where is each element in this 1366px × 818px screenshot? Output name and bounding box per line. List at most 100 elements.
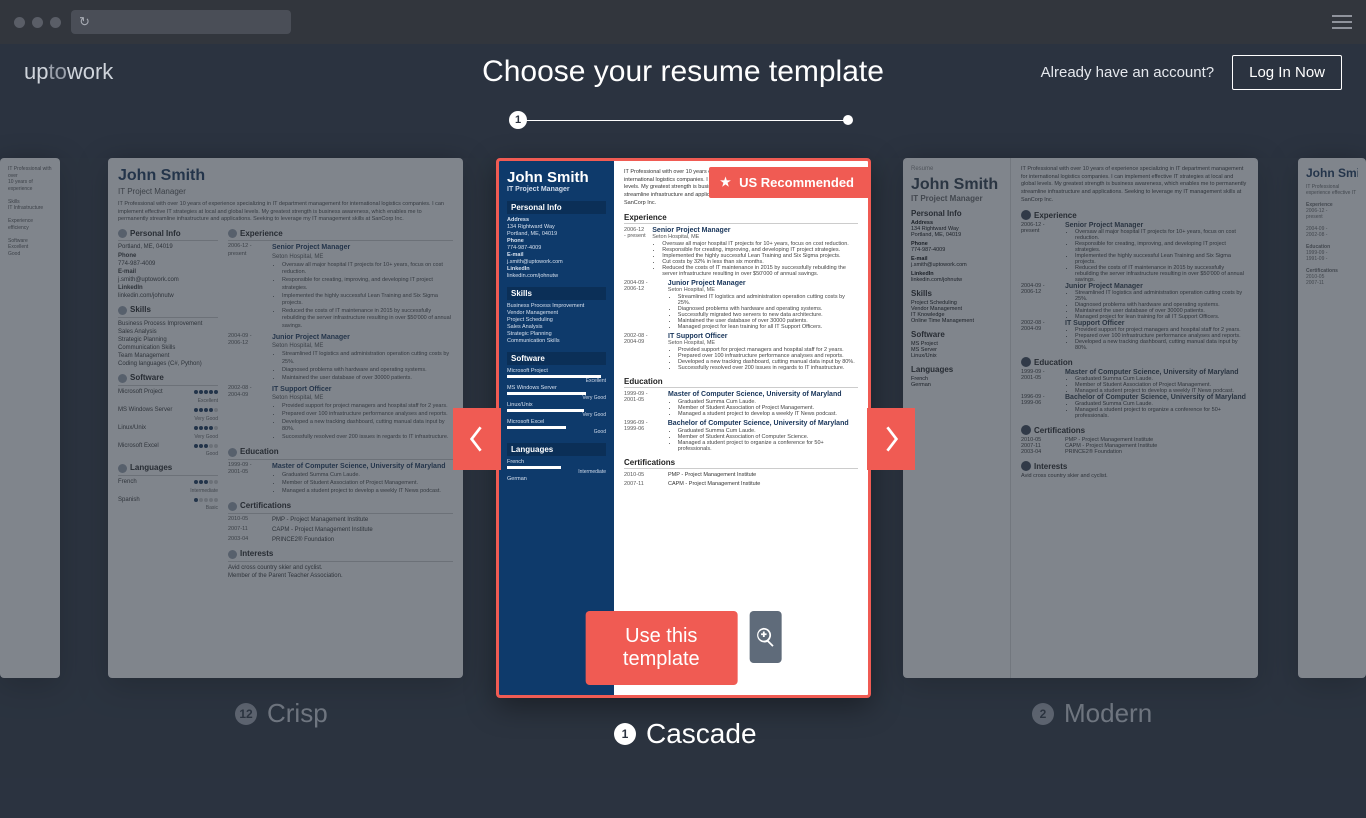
me1t: Bachelor of Computer Science, University… [1065,394,1248,401]
mod-role: IT Project Manager [911,194,1002,203]
use-template-button[interactable]: Use this template [585,611,737,685]
csw1: MS Windows Server [507,385,606,391]
mod-exp: Experience [1034,211,1077,220]
sw1r: Very Good [118,416,218,423]
progress-bar: 1 [0,100,1366,140]
template-card-crisp[interactable]: John Smith IT Project Manager IT Profess… [108,158,463,678]
j1c: Seton Hospital, ME [272,342,453,350]
cas-software: Software [507,352,606,365]
c2d: 2003-04 [228,536,266,544]
progress-step-1: 1 [509,111,527,129]
cas-cert: Certifications [624,458,858,469]
cj1t: Junior Project Manager [668,280,858,287]
template-card-peek-right[interactable]: John Smith IT Professionalexperience eff… [1298,158,1366,678]
peek-exp: Experience [1306,202,1333,208]
mem: j.smith@uptowork.com [911,262,967,268]
cc1t: CAPM - Project Management Institute [668,481,760,487]
cj0b4: Reduced the costs of IT maintenance in 2… [662,265,858,277]
e0t: Master of Computer Science, University o… [272,462,453,471]
cj1c: Seton Hospital, ME [668,287,858,293]
mj0b0: Oversaw all major hospital IT projects f… [1075,229,1248,241]
cas-role: IT Project Manager [507,186,606,193]
template-card-modern[interactable]: Resume John Smith IT Project Manager Per… [903,158,1258,678]
msw2: Linux/Unix [911,353,937,359]
carousel-prev-button[interactable] [453,408,501,470]
cj0c: Seton Hospital, ME [652,234,858,240]
logo-part-b: to [48,59,66,84]
msk3: Online Time Management [911,318,1002,324]
template-label-crisp: 12 Crisp [235,698,328,729]
j0b0: Oversaw all major hospital IT projects f… [282,262,453,277]
cj1b0: Streamlined IT logistics and administrat… [678,294,858,306]
j0t: Senior Project Manager [272,243,453,252]
clg0: French [507,459,606,465]
mph: 774-987-4009 [911,247,945,253]
cas-addr1: 134 Rightward Way [507,224,606,230]
ce0t: Master of Computer Science, University o… [668,391,842,398]
cj0d: 2006-12 - present [624,227,646,277]
peek-name: John Smith [1306,166,1358,180]
csw0r: Excellent [507,378,606,384]
mod-edu: Education [1034,358,1073,367]
lg2r: Basic [118,505,218,512]
cas-addr2: Portland, ME, 04019 [507,231,606,237]
exp-icon [228,229,237,238]
c0d: 2010-05 [228,516,266,524]
j1b0: Streamlined IT logistics and administrat… [282,351,453,366]
li: LinkedIn [118,285,143,291]
browser-chrome: ↻ [0,0,1366,44]
mj2b2: Developed a new tracking dashboard, cutt… [1075,339,1248,351]
logo[interactable]: uptowork [24,59,113,85]
reload-icon[interactable]: ↻ [79,14,90,30]
address-bar[interactable]: ↻ [71,10,291,34]
emv: j.smith@uptowork.com [118,276,218,284]
ph: Phone [118,253,136,259]
cj2b3: Successfully resolved over 200 issues in… [678,365,855,371]
csw0: Microsoft Project [507,368,606,374]
me1b2: Managed a student project to organize a … [1075,407,1248,419]
max-dot-icon[interactable] [50,17,61,28]
liv: linkedin.com/johnutw [118,292,218,300]
mod-name: John Smith [911,176,1002,194]
cc0t: PMP - Project Management Institute [668,472,756,478]
mod-interests: Interests [1034,462,1067,471]
mc2d: 2003-04 [1021,449,1059,455]
carousel-next-button[interactable] [867,408,915,470]
template-carousel: IT Professional with over10 years of exp… [0,158,1366,778]
template-card-peek-left[interactable]: IT Professional with over10 years of exp… [0,158,60,678]
section-education: Education [240,447,279,456]
template-card-cascade[interactable]: US Recommended John Smith IT Project Man… [496,158,871,698]
zoom-button[interactable] [749,611,781,663]
sw0: Microsoft Project [118,388,163,396]
j1d: 2004-09 - 2006-12 [228,333,266,383]
login-button[interactable]: Log In Now [1232,55,1342,90]
clg0r: Intermediate [507,469,606,475]
c2t: PRINCE2® Foundation [272,536,453,544]
close-dot-icon[interactable] [14,17,25,28]
edu-icon [228,448,237,457]
edu-bubble-icon [1021,357,1031,367]
sw3r: Good [118,451,218,458]
min-dot-icon[interactable] [32,17,43,28]
page-title: Choose your resume template [482,55,884,89]
hamburger-icon[interactable] [1332,15,1352,29]
sk7: Coding languages (C#, Python) [118,360,218,368]
ce1d: 1996-09 - 1999-06 [624,420,662,452]
csw3: Microsoft Excel [507,419,606,425]
addr: Portland, ME, 04019 [118,243,218,251]
label-num: 2 [1032,703,1054,725]
cc1d: 2007-11 [624,481,662,487]
mj0b2: Implemented the highly successful Lean T… [1075,253,1248,265]
mj0b1: Responsible for creating, improving, and… [1075,241,1248,253]
mod-summary: IT Professional with over 10 years of ex… [1021,166,1248,204]
mj1t: Junior Project Manager [1065,283,1248,290]
lg0r: Intermediate [118,488,218,495]
section-experience: Experience [240,229,283,238]
cas-exp: Experience [624,213,858,224]
logo-part-c: work [67,59,113,84]
c0t: PMP - Project Management Institute [272,516,453,524]
cas-name: John Smith [507,169,606,186]
cas-li: linkedin.com/johnutw [507,273,606,279]
j2b0: Provided support for project managers an… [282,403,453,410]
int0: Avid cross country skier and cyclist. [228,564,453,572]
